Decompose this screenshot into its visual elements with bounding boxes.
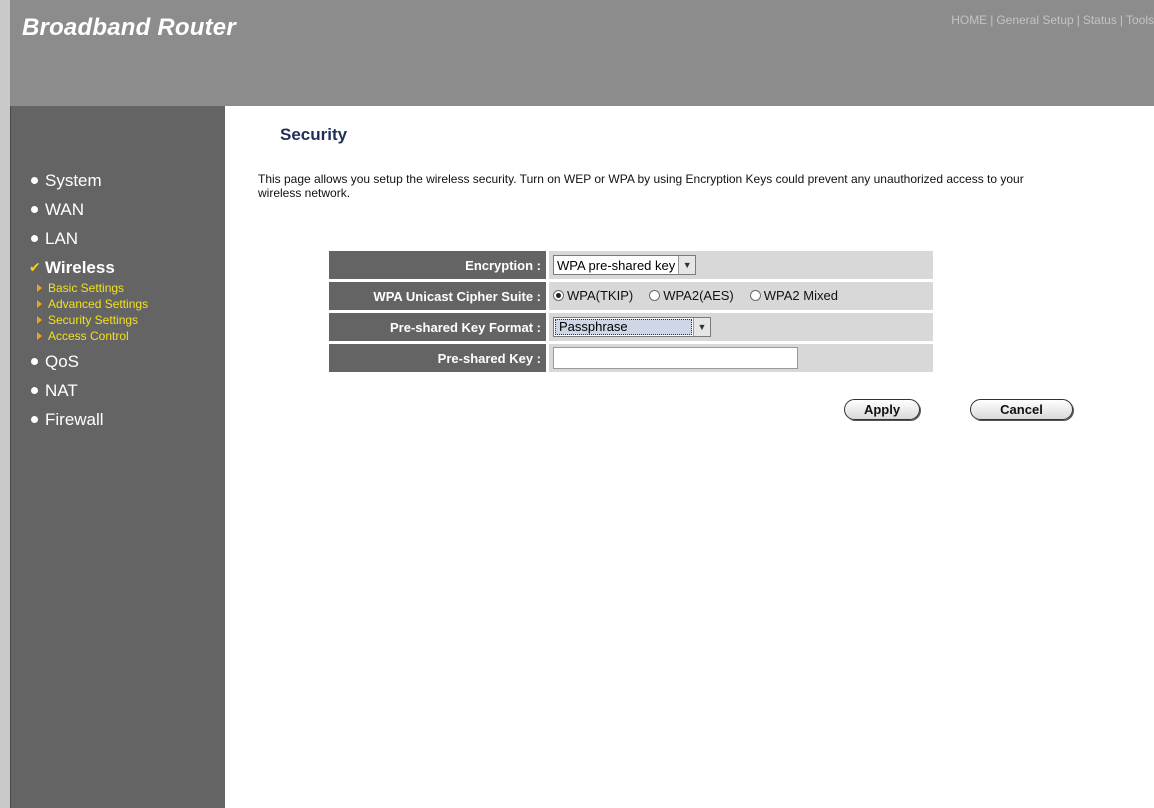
sidebar-item-wan[interactable]: WAN bbox=[31, 195, 148, 224]
checkmark-icon: ✔ bbox=[29, 259, 41, 275]
sidebar-item-label: Firewall bbox=[45, 410, 104, 429]
sidebar: System WAN LAN ✔ Wireless Basic Settings… bbox=[10, 106, 226, 808]
form-row-preshared-key: Pre-shared Key : bbox=[329, 344, 933, 372]
subnav-item-security-settings[interactable]: Security Settings bbox=[37, 312, 148, 328]
nav-separator: | bbox=[1119, 13, 1123, 27]
sidebar-item-lan[interactable]: LAN bbox=[31, 224, 148, 253]
nav-general-setup-link[interactable]: General Setup bbox=[996, 13, 1073, 27]
form-row-encryption: Encryption : WPA pre-shared key ▼ bbox=[329, 251, 933, 279]
sidebar-item-label: System bbox=[45, 171, 102, 190]
arrow-right-icon bbox=[37, 332, 42, 340]
main-content: Security This page allows you setup the … bbox=[225, 106, 1154, 808]
key-format-label: Pre-shared Key Format : bbox=[329, 313, 549, 341]
subnav-item-basic-settings[interactable]: Basic Settings bbox=[37, 280, 148, 296]
preshared-key-input[interactable] bbox=[553, 347, 798, 369]
subnav-item-access-control[interactable]: Access Control bbox=[37, 328, 148, 344]
sidebar-item-label: Wireless bbox=[45, 258, 115, 277]
sidebar-item-wireless[interactable]: ✔ Wireless bbox=[29, 253, 148, 282]
key-format-field-cell: Passphrase ▼ bbox=[549, 313, 933, 341]
subnav-item-advanced-settings[interactable]: Advanced Settings bbox=[37, 296, 148, 312]
radio-label: WPA(TKIP) bbox=[567, 288, 634, 303]
subnav-item-label: Access Control bbox=[48, 329, 129, 343]
form-row-key-format: Pre-shared Key Format : Passphrase ▼ bbox=[329, 313, 933, 341]
nav-tools-link[interactable]: Tools bbox=[1126, 13, 1154, 27]
sidebar-item-firewall[interactable]: Firewall bbox=[31, 405, 148, 434]
subnav-item-label: Basic Settings bbox=[48, 281, 125, 295]
bullet-icon bbox=[31, 387, 38, 394]
sidebar-item-system[interactable]: System bbox=[31, 166, 148, 195]
radio-option-wpa-tkip[interactable]: WPA(TKIP) bbox=[553, 288, 633, 303]
nav-separator: | bbox=[1076, 13, 1080, 27]
arrow-right-icon bbox=[37, 316, 42, 324]
chevron-down-icon[interactable]: ▼ bbox=[693, 318, 710, 336]
page-title: Security bbox=[280, 125, 348, 144]
encryption-label: Encryption : bbox=[329, 251, 549, 279]
radio-option-wpa2-aes[interactable]: WPA2(AES) bbox=[649, 288, 734, 303]
page-description: This page allows you setup the wireless … bbox=[258, 172, 1024, 200]
encryption-select[interactable]: WPA pre-shared key ▼ bbox=[553, 255, 697, 275]
form-row-cipher-suite: WPA Unicast Cipher Suite : WPA(TKIP) WPA… bbox=[329, 282, 933, 310]
key-format-selected-value: Passphrase bbox=[555, 319, 692, 335]
sidebar-item-label: WAN bbox=[45, 200, 85, 219]
cancel-button[interactable]: Cancel bbox=[970, 399, 1073, 420]
bullet-icon bbox=[31, 177, 38, 184]
radio-button[interactable] bbox=[749, 290, 761, 301]
bullet-icon bbox=[31, 358, 38, 365]
preshared-key-field-cell bbox=[549, 344, 933, 372]
sidebar-item-label: QoS bbox=[45, 352, 80, 371]
chevron-down-icon[interactable]: ▼ bbox=[678, 256, 696, 274]
radio-button[interactable] bbox=[649, 290, 661, 301]
bullet-icon bbox=[31, 416, 38, 423]
cipher-suite-radio-group: WPA(TKIP) WPA2(AES) WPA2 Mixed bbox=[553, 288, 854, 303]
subnav-item-label: Security Settings bbox=[48, 313, 139, 327]
sidebar-item-nat[interactable]: NAT bbox=[31, 376, 148, 405]
security-form: Encryption : WPA pre-shared key ▼ WPA Un… bbox=[329, 248, 933, 375]
radio-option-wpa2-mixed[interactable]: WPA2 Mixed bbox=[749, 288, 838, 303]
key-format-select[interactable]: Passphrase ▼ bbox=[553, 317, 711, 337]
radio-label: WPA2 Mixed bbox=[763, 288, 838, 303]
sidebar-item-qos[interactable]: QoS bbox=[31, 347, 148, 376]
nav-separator: | bbox=[990, 13, 994, 27]
brand-logo: Broadband Router bbox=[22, 14, 236, 41]
arrow-right-icon bbox=[37, 284, 42, 292]
preshared-key-label: Pre-shared Key : bbox=[329, 344, 549, 372]
encryption-field-cell: WPA pre-shared key ▼ bbox=[549, 251, 933, 279]
nav-status-link[interactable]: Status bbox=[1083, 13, 1117, 27]
encryption-selected-value: WPA pre-shared key bbox=[557, 257, 676, 273]
sidebar-item-label: LAN bbox=[45, 229, 79, 248]
radio-label: WPA2(AES) bbox=[663, 288, 734, 303]
arrow-right-icon bbox=[37, 300, 42, 308]
bullet-icon bbox=[31, 206, 38, 213]
bullet-icon bbox=[31, 235, 38, 242]
cipher-suite-label: WPA Unicast Cipher Suite : bbox=[329, 282, 549, 310]
apply-button[interactable]: Apply bbox=[844, 399, 920, 420]
subnav-item-label: Advanced Settings bbox=[48, 297, 149, 311]
cipher-suite-field-cell: WPA(TKIP) WPA2(AES) WPA2 Mixed bbox=[549, 282, 933, 310]
sidebar-item-label: NAT bbox=[45, 381, 78, 400]
top-navigation: HOME | General Setup | Status | Tools bbox=[951, 13, 1154, 27]
radio-button-checked[interactable] bbox=[553, 290, 564, 301]
wireless-subnav: Basic Settings Advanced Settings Securit… bbox=[37, 280, 148, 344]
sidebar-nav: System WAN LAN ✔ Wireless Basic Settings… bbox=[29, 166, 148, 434]
nav-home-link[interactable]: HOME bbox=[951, 13, 987, 27]
header: Broadband Router HOME | General Setup | Stat… bbox=[10, 0, 1154, 106]
